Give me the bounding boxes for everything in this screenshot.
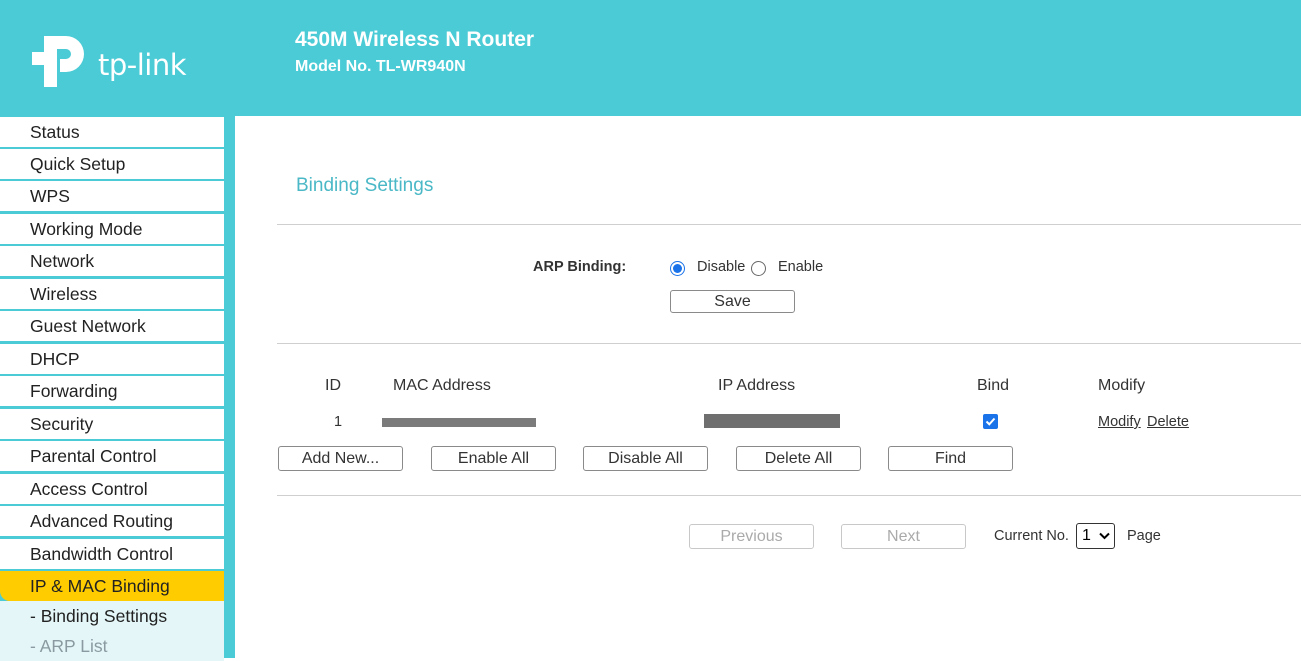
router-name: 450M Wireless N Router	[295, 28, 535, 51]
sidebar-item-parental-control[interactable]: Parental Control	[0, 441, 224, 471]
bind-checkbox[interactable]	[983, 414, 998, 429]
checkmark-icon	[985, 417, 996, 426]
divider	[277, 495, 1301, 496]
sidebar-item-quick-setup[interactable]: Quick Setup	[0, 149, 224, 179]
brand-text: tp-link	[98, 48, 187, 82]
sidebar-item-guest-network[interactable]: Guest Network	[0, 311, 224, 341]
modify-link[interactable]: Modify	[1098, 414, 1141, 430]
sidebar-item-status[interactable]: Status	[0, 117, 224, 147]
find-button[interactable]: Find	[888, 446, 1013, 471]
page-title: Binding Settings	[296, 175, 434, 196]
sidebar-item-security[interactable]: Security	[0, 409, 224, 439]
model-number: Model No. TL-WR940N	[295, 58, 466, 75]
arp-disable-label: Disable	[697, 259, 746, 275]
sidebar-item-advanced-routing[interactable]: Advanced Routing	[0, 506, 224, 536]
next-button[interactable]: Next	[841, 524, 966, 549]
previous-button[interactable]: Previous	[689, 524, 814, 549]
sidebar-item-dhcp[interactable]: DHCP	[0, 344, 224, 374]
arp-enable-label: Enable	[778, 259, 824, 275]
enable-all-button[interactable]: Enable All	[431, 446, 556, 471]
add-new-button[interactable]: Add New...	[278, 446, 403, 471]
redacted-ip-address	[704, 414, 840, 428]
divider	[277, 224, 1301, 225]
delete-link[interactable]: Delete	[1147, 414, 1189, 430]
col-header-modify: Modify	[1098, 377, 1146, 394]
sidebar-item-working-mode[interactable]: Working Mode	[0, 214, 224, 244]
sidebar-item-forwarding[interactable]: Forwarding	[0, 376, 224, 406]
sidebar-item-bandwidth-control[interactable]: Bandwidth Control	[0, 539, 224, 569]
col-header-id: ID	[325, 377, 341, 394]
arp-enable-radio[interactable]	[751, 261, 766, 276]
divider	[277, 343, 1301, 344]
sidebar-item-ip-mac-binding[interactable]: IP & MAC Binding	[0, 571, 224, 601]
delete-all-button[interactable]: Delete All	[736, 446, 861, 471]
page-select[interactable]: 1	[1076, 523, 1115, 549]
col-header-ip: IP Address	[718, 377, 796, 394]
sidebar-subitem-binding-settings[interactable]: - Binding Settings	[0, 601, 224, 631]
col-header-mac: MAC Address	[393, 377, 491, 394]
row-id: 1	[334, 414, 343, 430]
header-bar: tp-link 450M Wireless N Router Model No.…	[0, 0, 1301, 116]
sidebar-item-wireless[interactable]: Wireless	[0, 279, 224, 309]
col-header-bind: Bind	[977, 377, 1010, 394]
arp-binding-label: ARP Binding:	[533, 259, 627, 275]
sidebar-item-network[interactable]: Network	[0, 246, 224, 276]
sidebar-item-wps[interactable]: WPS	[0, 181, 224, 211]
sidebar-subitem-arp-list[interactable]: - ARP List	[0, 631, 224, 661]
sidebar-item-access-control[interactable]: Access Control	[0, 474, 224, 504]
page-label: Page	[1127, 528, 1161, 544]
arp-disable-radio[interactable]	[670, 261, 685, 276]
current-no-label: Current No.	[994, 528, 1069, 544]
chevron-down-icon	[1099, 532, 1110, 540]
page-select-value: 1	[1082, 527, 1091, 544]
disable-all-button[interactable]: Disable All	[583, 446, 708, 471]
save-button[interactable]: Save	[670, 290, 795, 313]
redacted-mac-address	[382, 418, 536, 427]
